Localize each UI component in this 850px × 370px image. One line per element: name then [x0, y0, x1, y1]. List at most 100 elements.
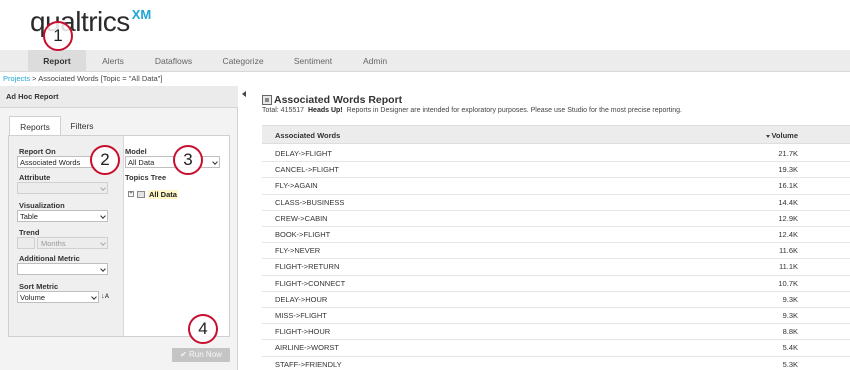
chevron-down-icon	[212, 159, 218, 165]
visualization-value: Table	[20, 212, 38, 221]
table-row[interactable]: AIRLINE->WORST 5.4K	[262, 340, 850, 357]
report-subtitle: Total: 415517 Heads Up! Reports in Desig…	[262, 107, 682, 114]
table-row[interactable]: FLIGHT->HOUR 8.8K	[262, 324, 850, 341]
volume-cell: 9.3K	[782, 294, 798, 304]
report-on-value: Associated Words	[20, 158, 81, 167]
expand-icon[interactable]: +	[128, 191, 134, 197]
table-row[interactable]: DELAY->HOUR 9.3K	[262, 291, 850, 308]
callout-4: 4	[188, 314, 218, 344]
associated-word-cell: FLIGHT->HOUR	[275, 327, 331, 337]
sort-desc-icon	[766, 134, 771, 138]
report-icon	[262, 95, 272, 105]
volume-cell: 11.1K	[778, 262, 798, 272]
topic-node-icon	[137, 190, 145, 198]
tab-sentiment[interactable]: Sentiment	[284, 50, 342, 72]
associated-word-cell: MISS->FLIGHT	[275, 311, 327, 320]
chevron-down-icon	[100, 266, 106, 272]
logo-xm-badge: XM	[131, 7, 152, 22]
volume-cell: 5.3K	[782, 359, 798, 369]
table-row[interactable]: STAFF->FRIENDLY 5.3K	[262, 356, 850, 370]
model-label: Model	[125, 147, 147, 156]
sort-metric-label: Sort Metric	[19, 282, 59, 291]
sort-metric-select[interactable]: Volume	[17, 291, 99, 303]
breadcrumb-current: > Associated Words [Topic = "All Data"]	[30, 74, 163, 83]
topics-tree-label: Topics Tree	[125, 173, 167, 182]
checkmark-icon: ✔	[180, 350, 187, 359]
tab-reports[interactable]: Reports	[9, 116, 61, 136]
additional-metric-select[interactable]	[17, 263, 108, 275]
table-row[interactable]: MISS->FLIGHT 9.3K	[262, 308, 850, 325]
associated-word-cell: DELAY->FLIGHT	[275, 149, 332, 158]
volume-cell: 9.3K	[782, 311, 798, 320]
sort-metric-value: Volume	[20, 293, 46, 302]
associated-word-cell: FLIGHT->RETURN	[275, 262, 340, 272]
run-now-button[interactable]: ✔ Run Now	[172, 348, 230, 362]
associated-word-cell: AIRLINE->WORST	[275, 343, 339, 353]
callout-2: 2	[90, 145, 120, 175]
associated-word-cell: FLIGHT->CONNECT	[275, 278, 346, 288]
collapse-panel-icon[interactable]	[242, 91, 246, 97]
tab-categorize[interactable]: Categorize	[213, 50, 273, 72]
table-row[interactable]: BOOK->FLIGHT 12.4K	[262, 227, 850, 244]
attribute-select[interactable]	[17, 182, 108, 194]
callout-3: 3	[173, 145, 203, 175]
volume-cell: 14.4K	[778, 197, 798, 207]
breadcrumb-projects-link[interactable]: Projects	[3, 74, 30, 83]
topic-all-data[interactable]: All Data	[148, 189, 178, 199]
callout-1: 1	[43, 21, 73, 51]
volume-cell: 19.3K	[778, 165, 798, 175]
chevron-down-icon	[100, 185, 106, 191]
panel-title: Ad Hoc Report	[0, 86, 238, 108]
attribute-label: Attribute	[19, 173, 51, 182]
additional-metric-label: Additional Metric	[19, 254, 80, 263]
associated-word-cell: FLY->NEVER	[275, 246, 321, 256]
associated-word-cell: DELAY->HOUR	[275, 294, 328, 304]
heads-up-label: Heads Up!	[308, 107, 343, 114]
table-row[interactable]: FLIGHT->CONNECT 10.7K	[262, 275, 850, 292]
volume-cell: 16.1K	[778, 181, 798, 191]
associated-word-cell: CREW->CABIN	[275, 213, 328, 223]
heads-up-message: Reports in Designer are intended for exp…	[346, 107, 682, 114]
report-on-label: Report On	[19, 147, 56, 156]
tab-dataflows[interactable]: Dataflows	[146, 50, 201, 72]
tab-filters[interactable]: Filters	[61, 116, 103, 136]
chevron-down-icon	[100, 213, 106, 219]
table-row[interactable]: CREW->CABIN 12.9K	[262, 210, 850, 227]
table-row[interactable]: FLIGHT->RETURN 11.1K	[262, 259, 850, 276]
trend-select[interactable]: Months	[37, 237, 108, 249]
table-row[interactable]: FLY->NEVER 11.6K	[262, 243, 850, 260]
model-value: All Data	[128, 158, 155, 167]
volume-cell: 21.7K	[778, 149, 798, 158]
volume-cell: 12.9K	[778, 213, 798, 223]
top-nav: Report Alerts Dataflows Categorize Senti…	[0, 50, 850, 72]
total-count: Total: 415517	[262, 107, 305, 114]
breadcrumb: Projects > Associated Words [Topic = "Al…	[3, 73, 162, 85]
trend-label: Trend	[19, 228, 40, 237]
volume-cell: 10.7K	[778, 278, 798, 288]
volume-cell: 5.4K	[782, 343, 798, 353]
visualization-select[interactable]: Table	[17, 210, 108, 222]
table-header: Associated Words Volume	[262, 125, 850, 144]
table-row[interactable]: CLASS->BUSINESS 14.4K	[262, 194, 850, 211]
tab-alerts[interactable]: Alerts	[92, 50, 134, 72]
table-row[interactable]: CANCEL->FLIGHT 19.3K	[262, 162, 850, 179]
chevron-down-icon	[100, 240, 106, 246]
associated-word-cell: STAFF->FRIENDLY	[275, 359, 342, 369]
topics-tree-root[interactable]: + All Data	[128, 189, 178, 199]
tab-admin[interactable]: Admin	[356, 50, 394, 72]
table-row[interactable]: FLY->AGAIN 16.1K	[262, 178, 850, 195]
visualization-label: Visualization	[19, 201, 65, 210]
column-header-associated-words[interactable]: Associated Words	[275, 126, 340, 145]
associated-word-cell: FLY->AGAIN	[275, 181, 318, 191]
associated-word-cell: BOOK->FLIGHT	[275, 230, 331, 239]
associated-word-cell: CLASS->BUSINESS	[275, 197, 345, 207]
associated-word-cell: CANCEL->FLIGHT	[275, 165, 339, 175]
report-title: Associated Words Report	[274, 94, 403, 106]
column-header-volume-label: Volume	[771, 131, 798, 140]
sort-direction-icon[interactable]: ↓A	[101, 291, 109, 300]
column-header-volume[interactable]: Volume	[766, 126, 798, 145]
table-row[interactable]: DELAY->FLIGHT 21.7K	[262, 146, 850, 163]
tab-report[interactable]: Report	[28, 50, 86, 72]
run-now-label: Run Now	[189, 350, 222, 359]
trend-checkbox-area[interactable]	[17, 237, 35, 249]
